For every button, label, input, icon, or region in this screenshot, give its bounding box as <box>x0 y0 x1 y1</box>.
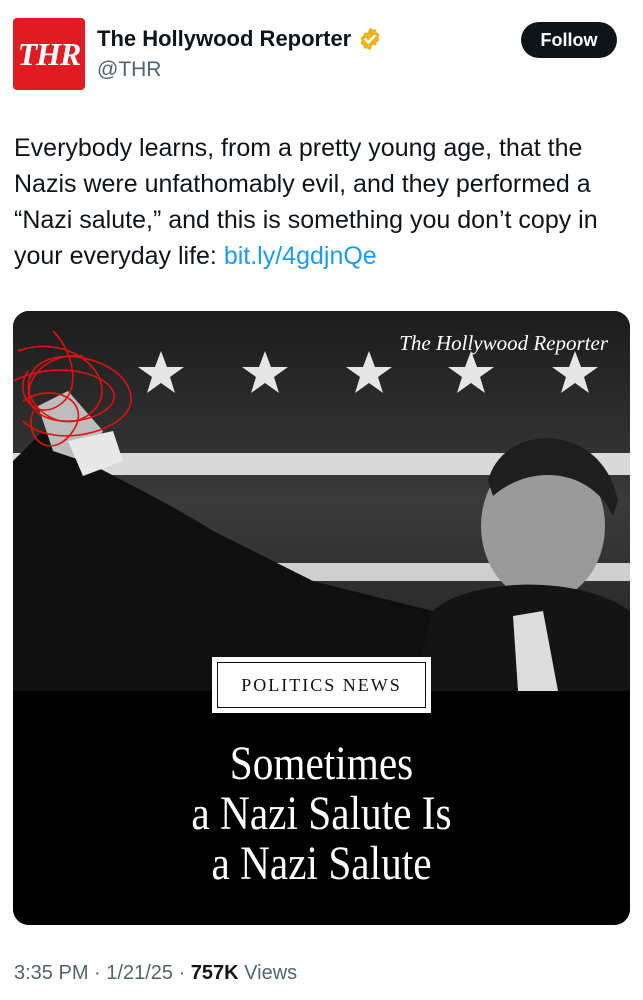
avatar[interactable]: THR <box>13 18 85 90</box>
tweet-meta: 3:35 PM · 1/21/25 · 757K Views <box>14 962 297 985</box>
category-label-box: POLITICS NEWS <box>212 657 431 713</box>
author-name-row[interactable]: The Hollywood Reporter <box>97 26 383 52</box>
magazine-logo: The Hollywood Reporter <box>399 331 608 355</box>
meta-separator: · <box>178 962 191 984</box>
verified-badge-icon <box>360 27 380 51</box>
tweet-link[interactable]: bit.ly/4gdjnQe <box>224 242 377 270</box>
meta-separator: · <box>94 962 107 984</box>
views-count: 757K <box>190 962 239 984</box>
tweet-time[interactable]: 3:35 PM <box>14 962 88 984</box>
headline-line: a Nazi Salute Is <box>191 787 452 840</box>
category-label: POLITICS NEWS <box>217 662 426 708</box>
author-display-name[interactable]: The Hollywood Reporter <box>97 26 351 52</box>
views-label: Views <box>244 962 298 984</box>
tweet-text: Everybody learns, from a pretty young ag… <box>14 130 634 274</box>
headline-line: Sometimes <box>229 737 414 790</box>
follow-button[interactable]: Follow <box>521 22 617 58</box>
tweet-date[interactable]: 1/21/25 <box>106 962 173 984</box>
article-headline: Sometimes a Nazi Salute Is a Nazi Salute <box>56 739 587 889</box>
author-handle[interactable]: @THR <box>97 58 161 82</box>
headline-line: a Nazi Salute <box>211 837 432 890</box>
tweet-media-image[interactable]: The Hollywood Reporter POLITICS NEWS Som… <box>13 311 630 925</box>
